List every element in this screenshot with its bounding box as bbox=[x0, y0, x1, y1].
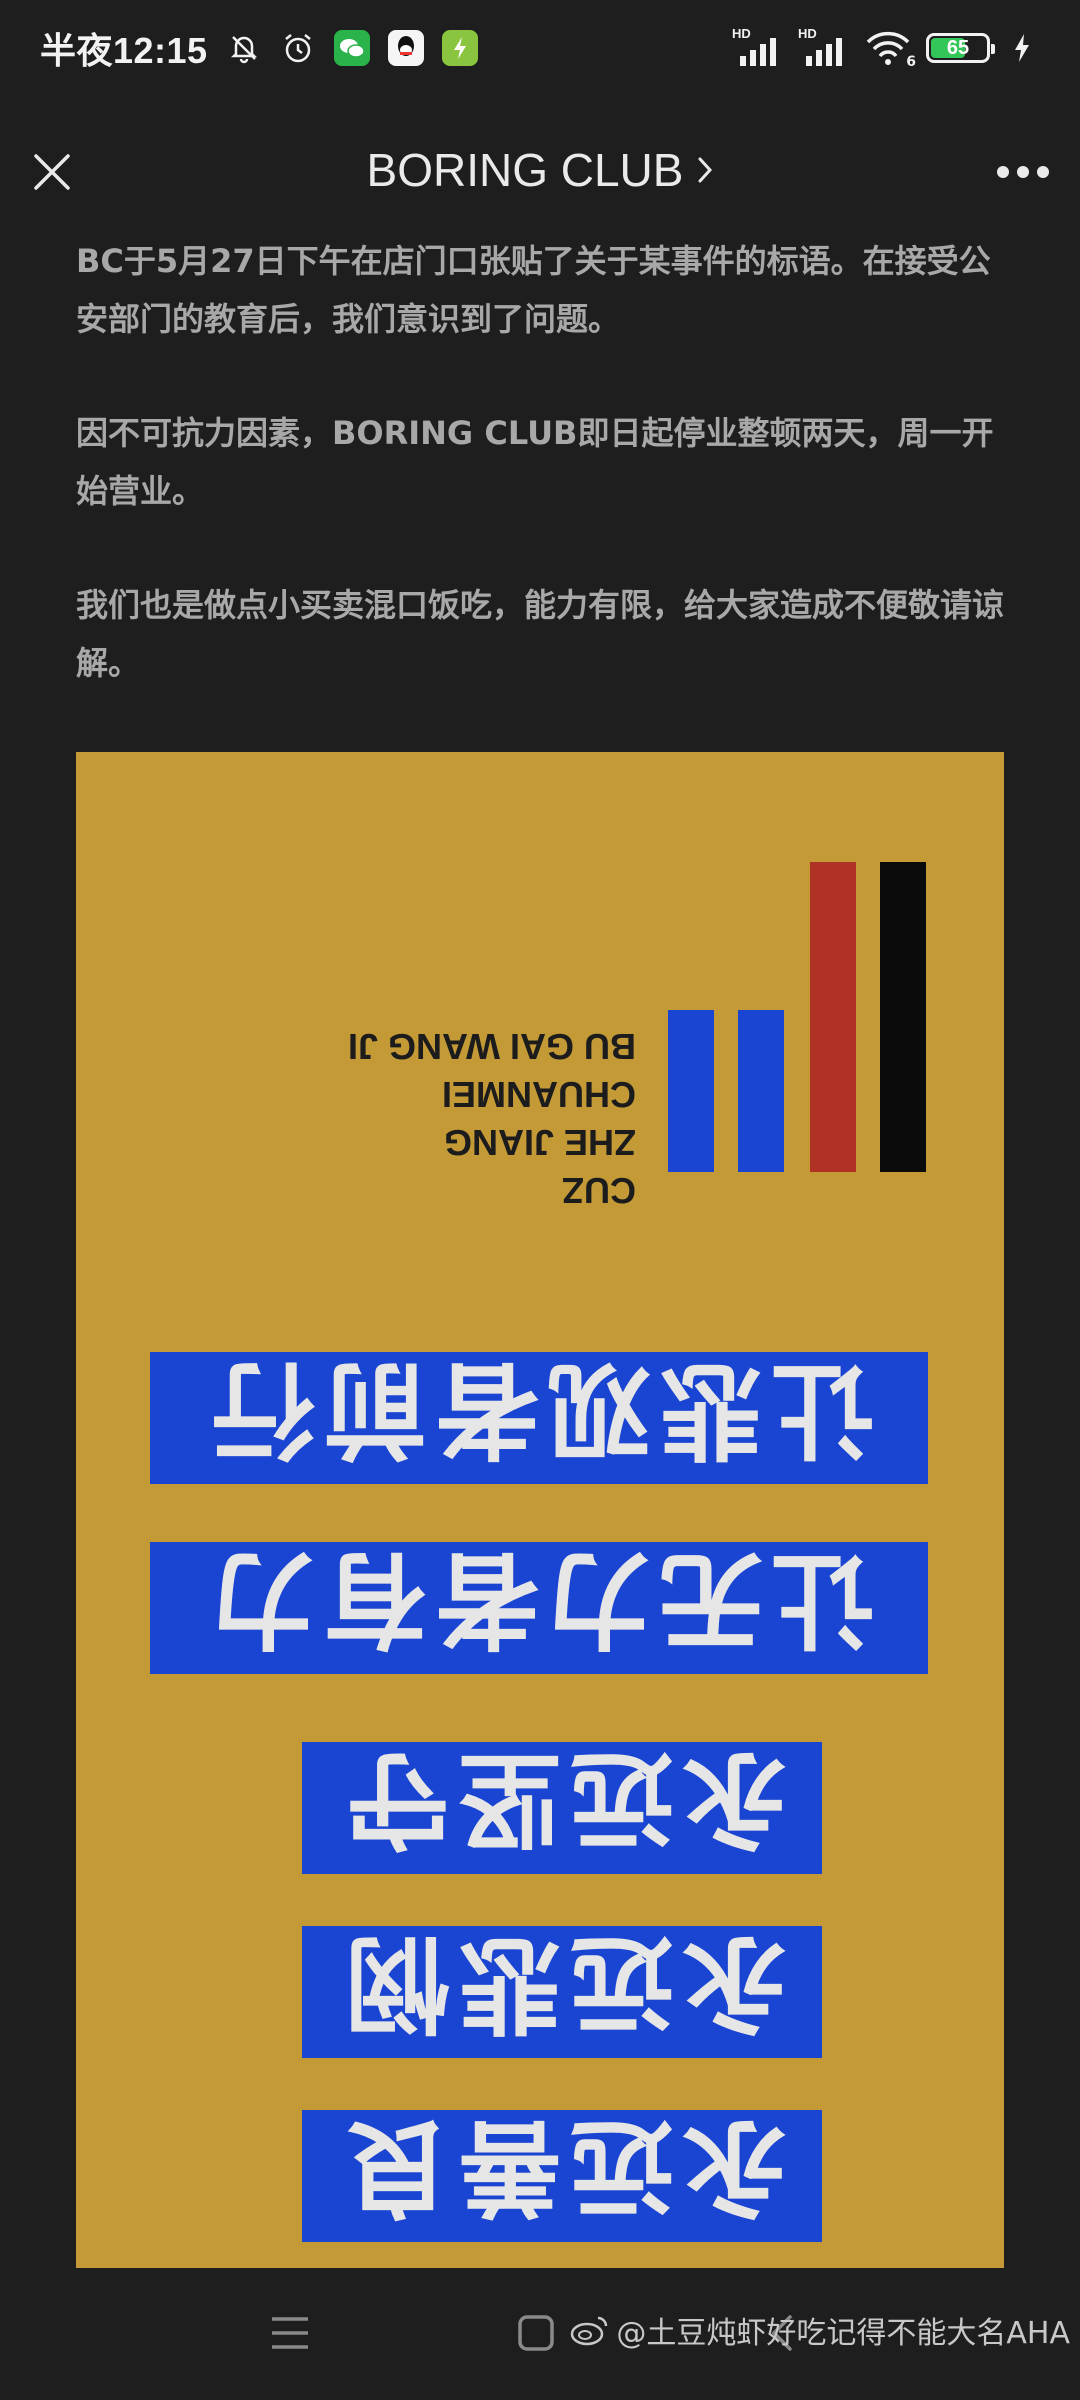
menu-icon bbox=[272, 2317, 308, 2349]
poster-image[interactable]: CUZ ZHE JIANG CHUANMEI BU GAI WANG JI 让悲… bbox=[76, 752, 1004, 2268]
poster-slogan: 让悲观者前行 bbox=[150, 1348, 928, 1484]
charging-icon bbox=[1004, 30, 1040, 66]
poster-slogan: 永远悲悯 bbox=[302, 1922, 822, 2058]
article-body: BC于5月27日下午在店门口张贴了关于某事件的标语。在接受公安部门的教育后，我们… bbox=[76, 232, 1016, 692]
status-left: 半夜12:15 bbox=[40, 22, 478, 74]
more-button[interactable] bbox=[990, 144, 1056, 200]
more-icon bbox=[997, 166, 1049, 178]
weibo-icon bbox=[571, 2316, 608, 2346]
watermark-text: @土豆炖虾好吃记得不能大名AHA bbox=[616, 2316, 1070, 2351]
close-icon bbox=[34, 154, 70, 190]
article-paragraph: BC于5月27日下午在店门口张贴了关于某事件的标语。在接受公安部门的教育后，我们… bbox=[76, 242, 991, 338]
status-right: HD HD 6 65 bbox=[732, 26, 1040, 70]
poster-slogan: 让无力者有力 bbox=[150, 1538, 928, 1674]
article-paragraph: 我们也是做点小买卖混口饭吃，能力有限，给大家造成不便敬请谅解。 bbox=[76, 586, 1005, 682]
poster-bar-black bbox=[880, 862, 926, 1172]
wifi-sub-label: 6 bbox=[906, 54, 916, 70]
alarm-icon bbox=[280, 30, 316, 66]
signal-1-icon: HD bbox=[732, 26, 784, 68]
poster-credit-line: CUZ bbox=[562, 1170, 636, 1211]
article-paragraph: 因不可抗力因素，BORING CLUB即日起停业整顿两天，周一开始营业。 bbox=[76, 414, 994, 510]
home-button[interactable] bbox=[506, 2308, 566, 2358]
page-title: BORING CLUB bbox=[366, 144, 684, 196]
menu-button[interactable] bbox=[260, 2308, 320, 2358]
qq-icon bbox=[387, 30, 424, 66]
status-bar: 半夜12:15 HD HD 6 65 bbox=[0, 0, 1080, 96]
poster-credit-line: BU GAI WANG JI bbox=[347, 1026, 636, 1067]
close-button[interactable] bbox=[24, 144, 80, 200]
poster-credit: CUZ ZHE JIANG CHUANMEI BU GAI WANG JI bbox=[276, 1022, 636, 1214]
poster-bar-blue-1 bbox=[668, 1010, 714, 1172]
account-title-link[interactable]: BORING CLUB bbox=[367, 143, 714, 197]
nav-bar: BORING CLUB bbox=[0, 120, 1080, 220]
poster-slogan: 永远坚守 bbox=[302, 1738, 822, 1874]
poster-slogan: 永远善良 bbox=[302, 2106, 822, 2242]
signal-2-icon: HD bbox=[798, 26, 850, 68]
battery-percent: 65 bbox=[946, 36, 970, 59]
wechat-icon bbox=[333, 30, 370, 66]
bell-muted-icon bbox=[226, 30, 262, 66]
app-charge-icon bbox=[441, 30, 478, 66]
watermark: @土豆炖虾好吃记得不能大名AHA bbox=[570, 2308, 1070, 2352]
chevron-right-icon bbox=[698, 157, 713, 183]
poster-bar-blue-2 bbox=[738, 1010, 784, 1172]
poster-credit-line: ZHE JIANG CHUANMEI bbox=[442, 1074, 636, 1163]
home-icon bbox=[518, 2315, 554, 2351]
status-time: 半夜12:15 bbox=[40, 30, 208, 71]
wifi-icon: 6 bbox=[864, 30, 916, 70]
poster-bar-red bbox=[810, 862, 856, 1172]
battery-indicator: 65 bbox=[926, 33, 995, 63]
